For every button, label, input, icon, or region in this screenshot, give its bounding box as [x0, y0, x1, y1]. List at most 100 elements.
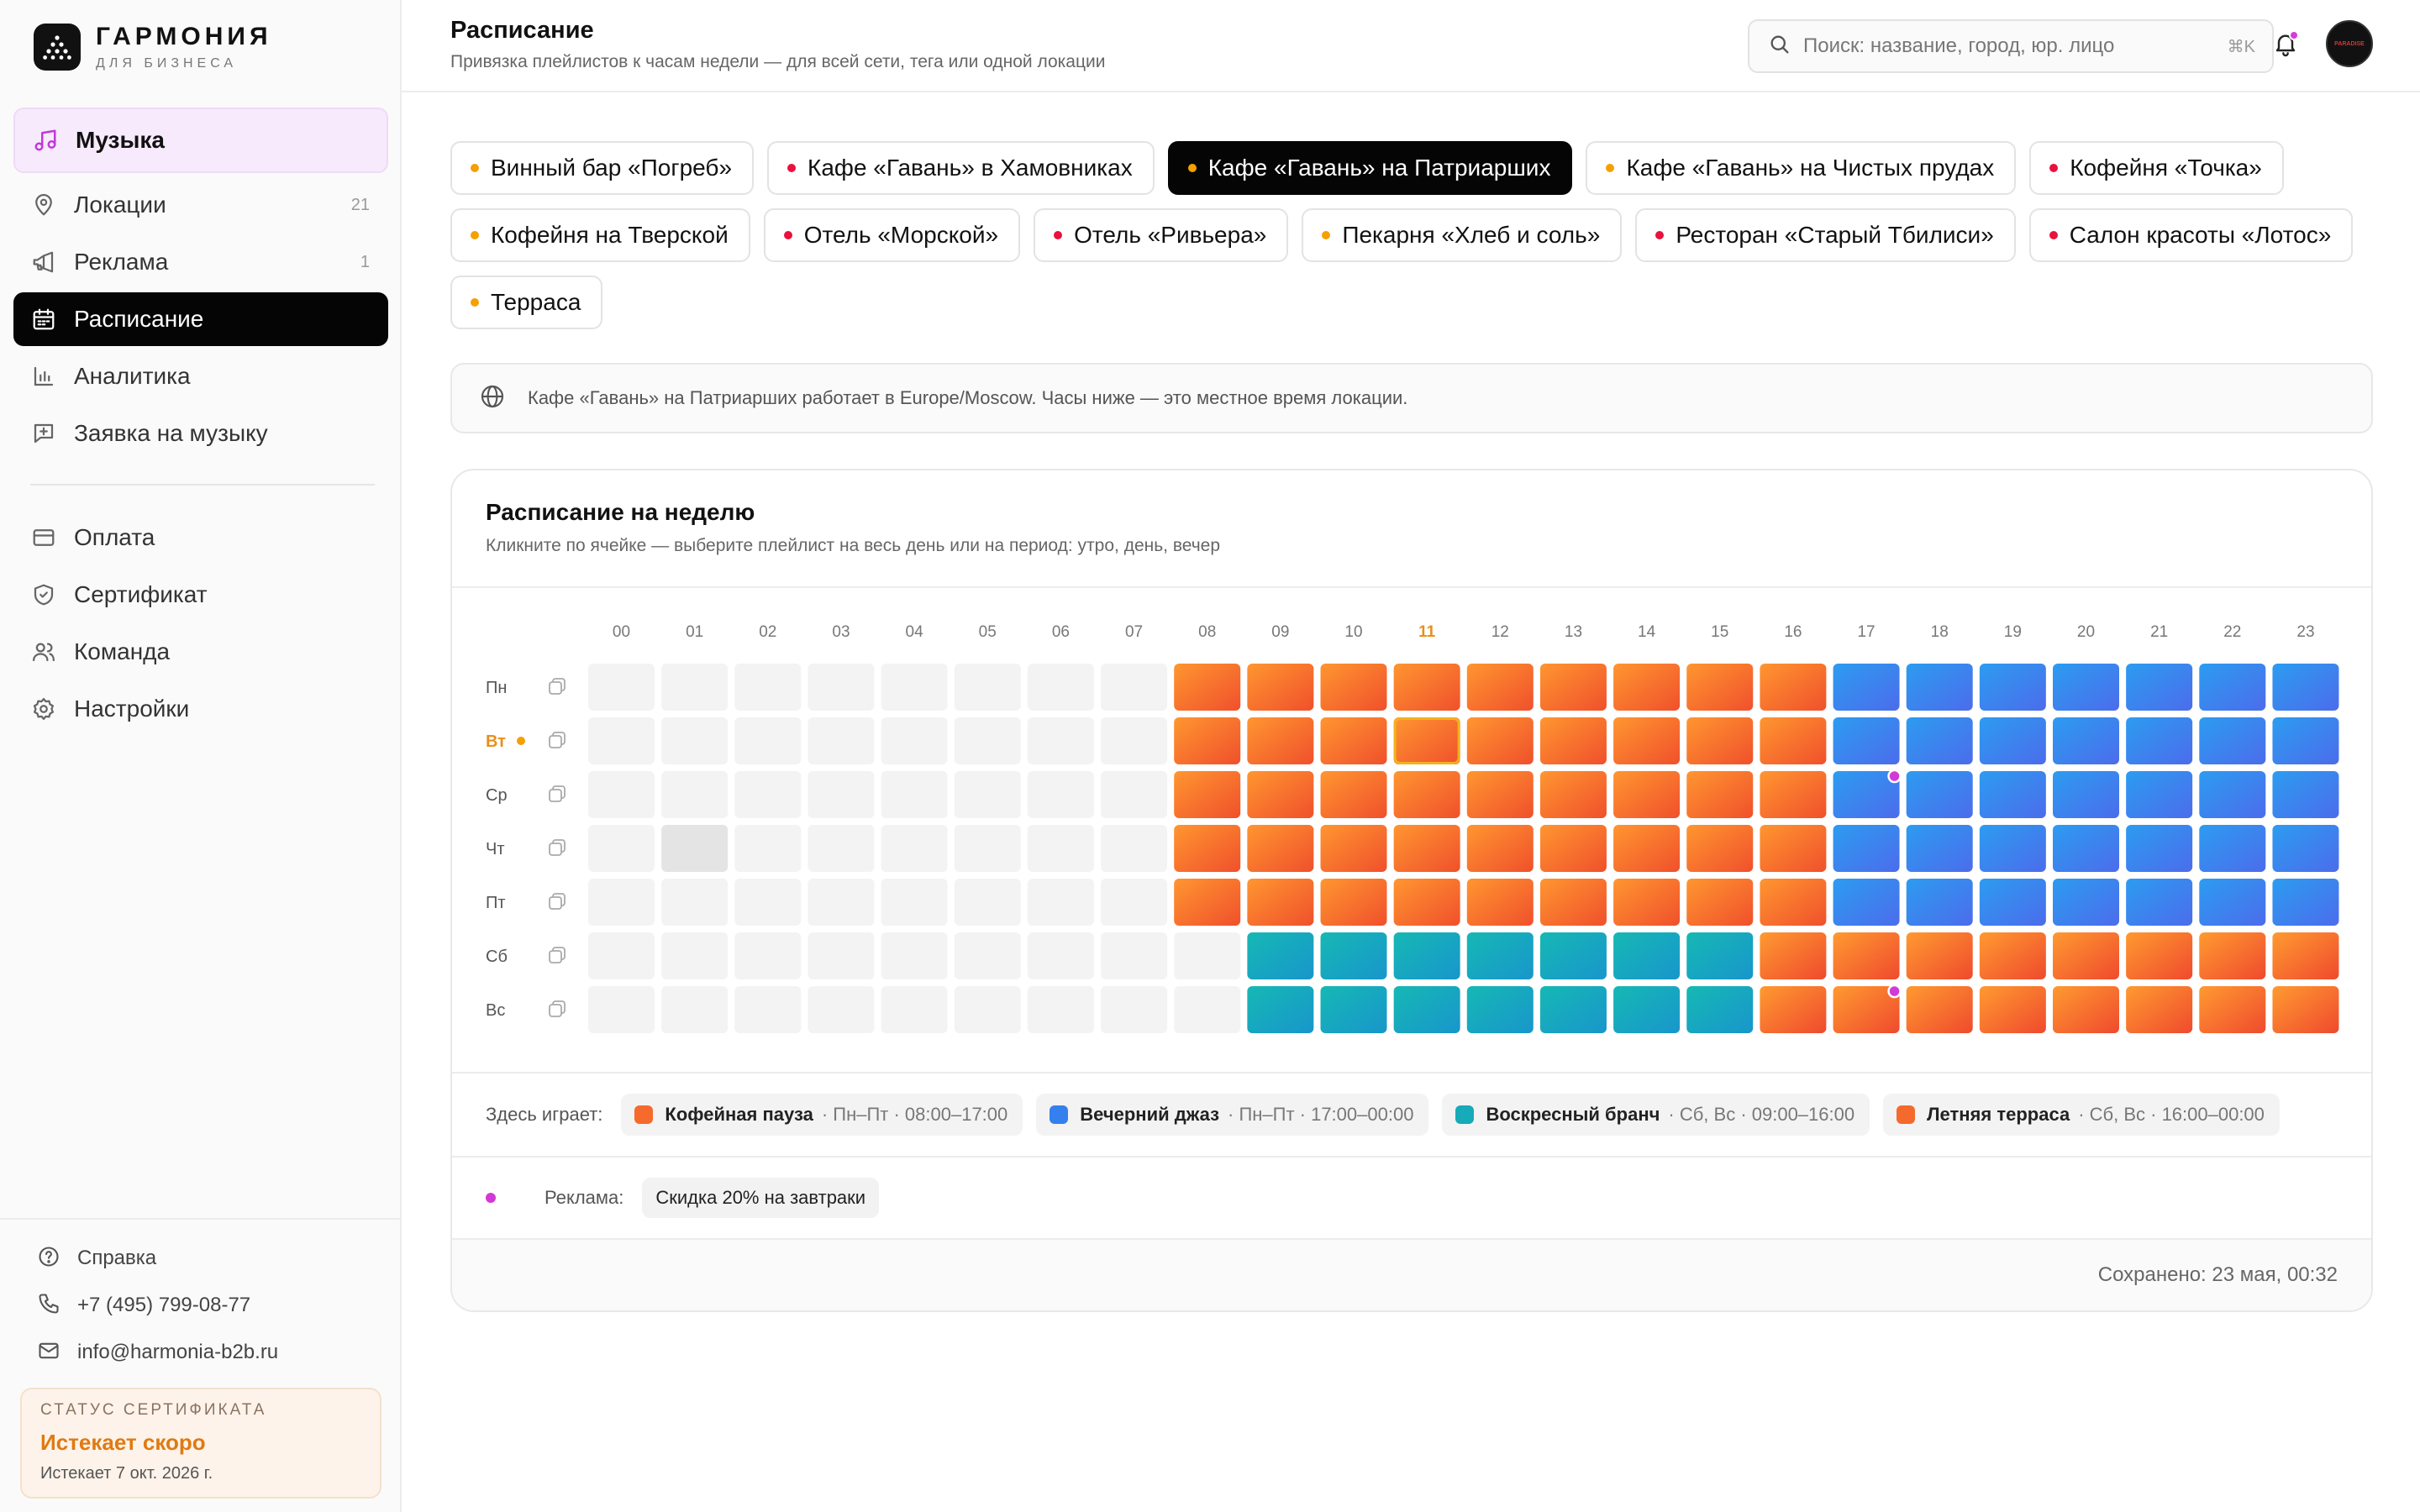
sidebar-item-certificate[interactable]: Сертификат: [13, 568, 388, 622]
location-chip[interactable]: Винный бар «Погреб»: [450, 141, 755, 195]
schedule-cell-playlist[interactable]: [1247, 986, 1314, 1033]
location-chip[interactable]: Кофейня «Точка»: [2029, 141, 2284, 195]
brand[interactable]: ГАРМОНИЯ ДЛЯ БИЗНЕСА: [34, 22, 272, 72]
phone-link[interactable]: +7 (495) 799-08-77: [0, 1282, 402, 1329]
location-chip[interactable]: Салон красоты «Лотос»: [2028, 208, 2354, 262]
schedule-cell-empty[interactable]: [1101, 986, 1168, 1033]
schedule-cell-playlist[interactable]: [1320, 986, 1387, 1033]
copy-day-button[interactable]: [549, 785, 566, 802]
schedule-cell-playlist[interactable]: [1979, 932, 2046, 979]
schedule-cell-playlist[interactable]: [1393, 771, 1460, 818]
schedule-cell-playlist[interactable]: [1320, 664, 1387, 711]
schedule-cell-empty[interactable]: [808, 825, 875, 872]
schedule-cell-playlist[interactable]: [1247, 825, 1314, 872]
sidebar-item-analytics[interactable]: Аналитика: [13, 349, 388, 403]
schedule-cell-empty[interactable]: [881, 664, 948, 711]
schedule-cell-playlist[interactable]: [1320, 825, 1387, 872]
schedule-cell-playlist[interactable]: [1613, 986, 1681, 1033]
schedule-cell-empty[interactable]: [1027, 879, 1094, 926]
schedule-cell-empty[interactable]: [661, 771, 729, 818]
schedule-cell-playlist[interactable]: [2053, 717, 2119, 764]
schedule-cell-playlist[interactable]: [2126, 879, 2193, 926]
schedule-cell-playlist[interactable]: [2272, 986, 2339, 1033]
schedule-cell-empty[interactable]: [1027, 825, 1094, 872]
copy-day-button[interactable]: [549, 1000, 566, 1017]
schedule-cell-playlist[interactable]: [1979, 771, 2046, 818]
schedule-cell-empty[interactable]: [661, 986, 729, 1033]
schedule-cell-empty[interactable]: [808, 986, 875, 1033]
schedule-cell-playlist[interactable]: [1760, 879, 1827, 926]
sidebar-item-ads[interactable]: Реклама 1: [13, 235, 388, 289]
schedule-cell-empty[interactable]: [881, 879, 948, 926]
schedule-cell-playlist[interactable]: [1393, 986, 1460, 1033]
schedule-cell-empty[interactable]: [881, 771, 948, 818]
schedule-cell-playlist[interactable]: [2126, 717, 2193, 764]
schedule-cell-playlist[interactable]: [1979, 664, 2046, 711]
schedule-cell-playlist[interactable]: [2126, 771, 2193, 818]
schedule-cell-empty[interactable]: [588, 879, 655, 926]
schedule-cell-playlist[interactable]: [1906, 879, 1973, 926]
ad-slot-marker[interactable]: [1887, 769, 1902, 784]
copy-day-button[interactable]: [549, 893, 566, 910]
schedule-cell-playlist[interactable]: [1760, 664, 1827, 711]
schedule-cell-playlist[interactable]: [1760, 825, 1827, 872]
copy-day-button[interactable]: [549, 678, 566, 695]
schedule-cell-playlist[interactable]: [1613, 825, 1681, 872]
schedule-cell-empty[interactable]: [954, 825, 1021, 872]
schedule-cell-empty[interactable]: [1101, 771, 1168, 818]
schedule-cell-playlist[interactable]: [1247, 717, 1314, 764]
schedule-cell-playlist[interactable]: [1833, 664, 1900, 711]
schedule-cell-playlist[interactable]: [2199, 771, 2266, 818]
schedule-cell-empty[interactable]: [1101, 879, 1168, 926]
schedule-cell-playlist[interactable]: [2199, 664, 2266, 711]
schedule-cell-playlist[interactable]: [1979, 986, 2046, 1033]
schedule-cell-playlist[interactable]: [1320, 717, 1387, 764]
schedule-cell-playlist[interactable]: [1539, 771, 1607, 818]
schedule-cell-playlist[interactable]: [1760, 771, 1827, 818]
legend-item[interactable]: Летняя терраса · Сб, Вс · 16:00–00:00: [1883, 1094, 2280, 1136]
schedule-cell-playlist[interactable]: [1686, 664, 1754, 711]
copy-day-button[interactable]: [549, 839, 566, 856]
schedule-cell-playlist[interactable]: [1247, 771, 1314, 818]
schedule-cell-empty[interactable]: [954, 664, 1021, 711]
schedule-cell-empty[interactable]: [954, 717, 1021, 764]
schedule-cell-playlist[interactable]: [1760, 932, 1827, 979]
schedule-cell-empty[interactable]: [588, 717, 655, 764]
schedule-cell-playlist[interactable]: [1906, 717, 1973, 764]
schedule-cell-empty[interactable]: [1101, 932, 1168, 979]
schedule-cell-empty[interactable]: [1101, 717, 1168, 764]
schedule-cell-playlist[interactable]: [1466, 771, 1534, 818]
schedule-cell-playlist[interactable]: [1466, 664, 1534, 711]
schedule-cell-playlist[interactable]: [2199, 879, 2266, 926]
schedule-cell-empty[interactable]: [734, 986, 802, 1033]
schedule-cell-empty[interactable]: [588, 664, 655, 711]
schedule-cell-playlist[interactable]: [1686, 825, 1754, 872]
schedule-cell-playlist[interactable]: [1979, 717, 2046, 764]
schedule-cell-playlist[interactable]: [2272, 664, 2339, 711]
ad-chip[interactable]: Скидка 20% на завтраки: [642, 1178, 880, 1218]
schedule-cell-playlist[interactable]: [1320, 879, 1387, 926]
schedule-cell-empty[interactable]: [661, 825, 729, 872]
schedule-cell-playlist[interactable]: [1247, 664, 1314, 711]
schedule-cell-empty[interactable]: [881, 717, 948, 764]
schedule-cell-playlist[interactable]: [1686, 986, 1754, 1033]
schedule-cell-playlist[interactable]: [1247, 879, 1314, 926]
sidebar-item-music[interactable]: Музыка: [13, 108, 388, 173]
schedule-cell-playlist[interactable]: [2272, 771, 2339, 818]
schedule-cell-playlist[interactable]: [1833, 932, 1900, 979]
schedule-cell-playlist[interactable]: [1539, 986, 1607, 1033]
schedule-cell-playlist[interactable]: [1833, 879, 1900, 926]
location-chip[interactable]: Кофейня на Тверской: [450, 208, 750, 262]
schedule-cell-empty[interactable]: [588, 825, 655, 872]
schedule-cell-playlist[interactable]: [2199, 825, 2266, 872]
schedule-cell-playlist[interactable]: [2272, 825, 2339, 872]
schedule-cell-empty[interactable]: [808, 664, 875, 711]
schedule-cell-playlist[interactable]: [1466, 932, 1534, 979]
schedule-cell-empty[interactable]: [881, 932, 948, 979]
schedule-cell-playlist[interactable]: [1833, 825, 1900, 872]
schedule-cell-playlist[interactable]: [1393, 664, 1460, 711]
copy-day-button[interactable]: [549, 947, 566, 963]
schedule-cell-empty[interactable]: [954, 986, 1021, 1033]
schedule-cell-playlist[interactable]: [1320, 771, 1387, 818]
schedule-cell-empty[interactable]: [734, 879, 802, 926]
